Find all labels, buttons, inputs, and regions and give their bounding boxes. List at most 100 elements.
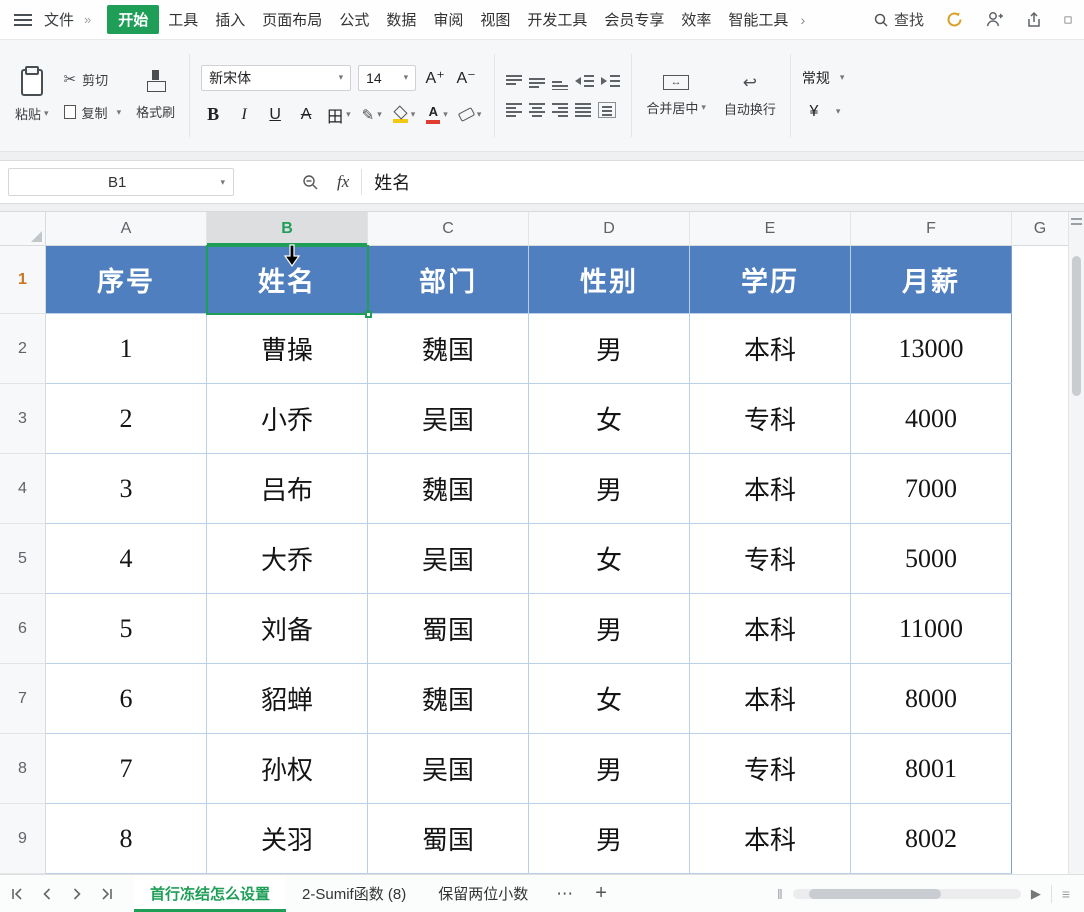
cell-D6[interactable]: 男 bbox=[529, 594, 690, 664]
align-middle-button[interactable] bbox=[529, 74, 545, 90]
cell-D8[interactable]: 男 bbox=[529, 734, 690, 804]
font-size-select[interactable]: 14▾ bbox=[358, 65, 416, 91]
strikethrough-button[interactable]: A bbox=[294, 103, 318, 127]
column-header-E[interactable]: E bbox=[690, 212, 851, 245]
align-center-button[interactable] bbox=[529, 102, 545, 118]
menu-tab-3[interactable]: 页面布局 bbox=[254, 5, 330, 34]
horizontal-scrollbar[interactable] bbox=[793, 889, 1021, 899]
cell-D9[interactable]: 男 bbox=[529, 804, 690, 874]
cell-B8[interactable]: 孙权 bbox=[207, 734, 368, 804]
cell-C5[interactable]: 吴国 bbox=[368, 524, 529, 594]
cell-A9[interactable]: 8 bbox=[46, 804, 207, 874]
menu-tab-2[interactable]: 插入 bbox=[207, 5, 253, 34]
clear-format-button[interactable]: ▾ bbox=[457, 103, 484, 127]
cell-D1[interactable]: 性别 bbox=[529, 246, 690, 314]
cell-A2[interactable]: 1 bbox=[46, 314, 207, 384]
increase-indent-button[interactable] bbox=[601, 74, 620, 90]
cell-E9[interactable]: 本科 bbox=[690, 804, 851, 874]
cell-A8[interactable]: 7 bbox=[46, 734, 207, 804]
number-format-select[interactable]: 常规▾ bbox=[802, 68, 876, 88]
column-header-C[interactable]: C bbox=[368, 212, 529, 245]
row-header-1[interactable]: 1 bbox=[0, 246, 45, 314]
menu-tab-4[interactable]: 公式 bbox=[331, 5, 377, 34]
cell-B9[interactable]: 关羽 bbox=[207, 804, 368, 874]
cell-B3[interactable]: 小乔 bbox=[207, 384, 368, 454]
cell-G5[interactable] bbox=[1012, 524, 1068, 594]
cell-C9[interactable]: 蜀国 bbox=[368, 804, 529, 874]
menu-tab-8[interactable]: 开发工具 bbox=[519, 5, 595, 34]
column-header-B[interactable]: B bbox=[207, 212, 368, 245]
menu-tab-10[interactable]: 效率 bbox=[673, 5, 719, 34]
fill-color-button[interactable]: ▾ bbox=[391, 103, 418, 127]
borders-button[interactable]: 田▾ bbox=[325, 103, 353, 127]
zoom-formula-icon[interactable] bbox=[302, 174, 319, 191]
cell-G3[interactable] bbox=[1012, 384, 1068, 454]
cell-C6[interactable]: 蜀国 bbox=[368, 594, 529, 664]
more-sheets-button[interactable]: ⋯ bbox=[544, 884, 585, 904]
italic-button[interactable]: I bbox=[232, 103, 256, 127]
sheet-tab-0[interactable]: 首行冻结怎么设置 bbox=[134, 875, 286, 912]
font-color-button[interactable]: A▾ bbox=[424, 103, 450, 127]
collapse-tabs-icon[interactable]: » bbox=[84, 12, 91, 27]
draw-border-button[interactable]: ✎▾ bbox=[360, 103, 384, 127]
justify-button[interactable] bbox=[575, 102, 591, 118]
invite-user-button[interactable] bbox=[984, 10, 1004, 30]
column-header-A[interactable]: A bbox=[46, 212, 207, 245]
sheet-tab-1[interactable]: 2-Sumif函数 (8) bbox=[286, 875, 422, 912]
cell-F5[interactable]: 5000 bbox=[851, 524, 1012, 594]
horizontal-scrollbar-thumb[interactable] bbox=[809, 889, 941, 899]
cell-G7[interactable] bbox=[1012, 664, 1068, 734]
cell-B2[interactable]: 曹操 bbox=[207, 314, 368, 384]
font-name-select[interactable]: 新宋体▾ bbox=[201, 65, 351, 91]
cell-D5[interactable]: 女 bbox=[529, 524, 690, 594]
cell-D4[interactable]: 男 bbox=[529, 454, 690, 524]
decrease-indent-button[interactable] bbox=[575, 74, 594, 90]
formula-content[interactable]: 姓名 bbox=[374, 169, 410, 195]
cell-C1[interactable]: 部门 bbox=[368, 246, 529, 314]
cell-B6[interactable]: 刘备 bbox=[207, 594, 368, 664]
cell-C7[interactable]: 魏国 bbox=[368, 664, 529, 734]
cell-G1[interactable] bbox=[1012, 246, 1068, 314]
name-box-dropdown-icon[interactable]: ▾ bbox=[220, 177, 225, 188]
align-bottom-button[interactable] bbox=[552, 74, 568, 90]
align-right-button[interactable] bbox=[552, 102, 568, 118]
format-painter-button[interactable]: 格式刷 bbox=[127, 48, 184, 143]
cell-A3[interactable]: 2 bbox=[46, 384, 207, 454]
menu-tab-6[interactable]: 审阅 bbox=[425, 5, 471, 34]
menu-tab-1[interactable]: 工具 bbox=[160, 5, 206, 34]
cell-B5[interactable]: 大乔 bbox=[207, 524, 368, 594]
last-sheet-button[interactable] bbox=[100, 887, 114, 901]
cell-D7[interactable]: 女 bbox=[529, 664, 690, 734]
name-box[interactable]: B1 ▾ bbox=[8, 168, 234, 196]
cell-G9[interactable] bbox=[1012, 804, 1068, 874]
cell-F6[interactable]: 11000 bbox=[851, 594, 1012, 664]
cell-F8[interactable]: 8001 bbox=[851, 734, 1012, 804]
menu-tab-0[interactable]: 开始 bbox=[107, 5, 159, 34]
cell-B4[interactable]: 吕布 bbox=[207, 454, 368, 524]
vertical-scrollbar-thumb[interactable] bbox=[1072, 256, 1081, 396]
row-header-2[interactable]: 2 bbox=[0, 314, 45, 384]
tab-split-handle[interactable]: ‖ bbox=[777, 886, 783, 902]
select-all-corner[interactable] bbox=[0, 212, 46, 246]
row-header-3[interactable]: 3 bbox=[0, 384, 45, 454]
cell-E1[interactable]: 学历 bbox=[690, 246, 851, 314]
cell-B7[interactable]: 貂蝉 bbox=[207, 664, 368, 734]
cell-D2[interactable]: 男 bbox=[529, 314, 690, 384]
row-header-6[interactable]: 6 bbox=[0, 594, 45, 664]
cell-C4[interactable]: 魏国 bbox=[368, 454, 529, 524]
underline-button[interactable]: U bbox=[263, 103, 287, 127]
search-button[interactable]: 查找 bbox=[873, 9, 924, 30]
column-header-D[interactable]: D bbox=[529, 212, 690, 245]
currency-button[interactable]: ¥ bbox=[802, 100, 826, 124]
bold-button[interactable]: B bbox=[201, 103, 225, 127]
add-sheet-button[interactable]: + bbox=[585, 882, 617, 905]
scroll-right-button[interactable]: ▶ bbox=[1031, 886, 1041, 902]
wrap-text-button[interactable]: ↩ 自动换行 bbox=[715, 48, 785, 143]
cell-E8[interactable]: 专科 bbox=[690, 734, 851, 804]
cell-D3[interactable]: 女 bbox=[529, 384, 690, 454]
cell-C3[interactable]: 吴国 bbox=[368, 384, 529, 454]
cell-E6[interactable]: 本科 bbox=[690, 594, 851, 664]
menu-tab-5[interactable]: 数据 bbox=[378, 5, 424, 34]
row-header-9[interactable]: 9 bbox=[0, 804, 45, 874]
row-header-4[interactable]: 4 bbox=[0, 454, 45, 524]
